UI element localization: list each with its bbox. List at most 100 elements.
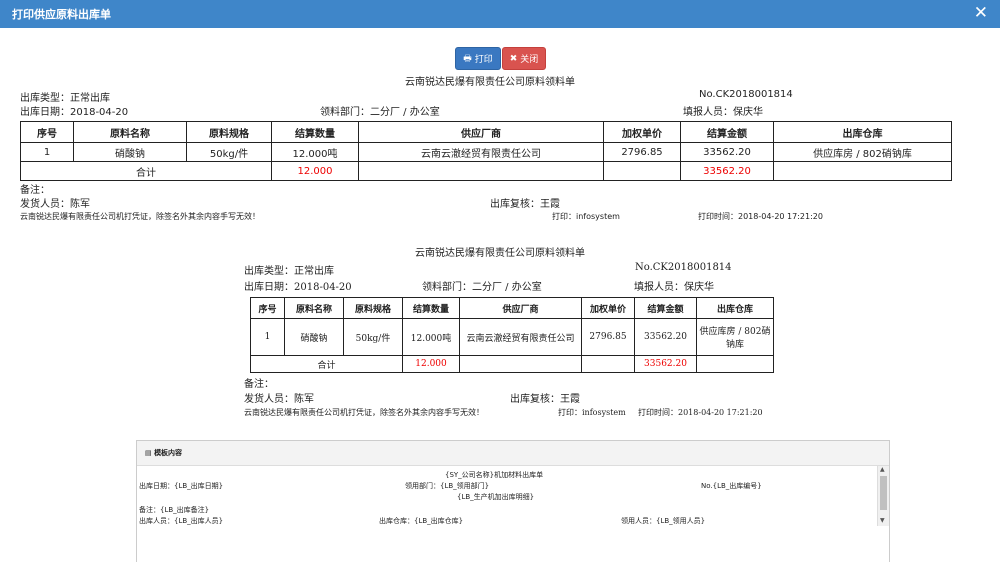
template-line: {SY_公司名称}机加材料出库单 — [445, 471, 544, 479]
cell-price: 2796.85 — [603, 142, 681, 162]
dialog-title: 打印供应原料出库单 — [12, 8, 111, 21]
cell-price: 2796.85 — [581, 318, 635, 356]
preview-title: 云南锐达民爆有限责任公司原料领料单 — [415, 248, 585, 259]
preview-table: 序号 原料名称 原料规格 结算数量 供应厂商 加权单价 结算金额 出库仓库 1 … — [250, 297, 774, 373]
preview-dept: 领料部门：二分厂 / 办公室 — [422, 282, 542, 293]
template-scrollbar[interactable]: ▲ ▼ — [877, 466, 889, 526]
total-empty — [459, 355, 582, 373]
col-header: 供应厂商 — [358, 121, 604, 143]
col-header: 原料规格 — [186, 121, 272, 143]
doc-reviewer: 出库复核：王霞 — [490, 199, 560, 210]
template-line: 领用人员：{LB_领用人员} — [621, 517, 706, 525]
preview-reviewer: 出库复核：王霞 — [510, 394, 580, 405]
col-header: 结算金额 — [634, 297, 697, 319]
document-icon: ▤ — [145, 449, 155, 457]
preview-printer: 打印：infosystem — [558, 408, 626, 417]
issue-table: 序号 原料名称 原料规格 结算数量 供应厂商 加权单价 结算金额 出库仓库 1 … — [20, 121, 952, 181]
total-empty — [773, 161, 952, 181]
col-header: 序号 — [250, 297, 285, 319]
doc-reporter: 填报人员：保庆华 — [683, 107, 763, 118]
table-row: 1 硝酸钠 50kg/件 12.000吨 云南云澈经贸有限责任公司 2796.8… — [250, 318, 774, 356]
template-editor[interactable]: {SY_公司名称}机加材料出库单 出库日期：{LB_出库日期} 领用部门：{LB… — [137, 466, 877, 526]
col-header: 出库仓库 — [773, 121, 952, 143]
preview-type: 出库类型：正常出库 — [244, 266, 334, 277]
table-row: 1 硝酸钠 50kg/件 12.000吨 云南云澈经贸有限责任公司 2796.8… — [20, 142, 952, 162]
total-qty: 12.000 — [271, 161, 359, 181]
total-label: 合计 — [250, 355, 403, 373]
total-row: 合计 12.000 33562.20 — [20, 161, 952, 181]
col-header: 供应厂商 — [459, 297, 582, 319]
preview-print-time: 打印时间：2018-04-20 17:21:20 — [638, 408, 763, 417]
total-empty — [603, 161, 681, 181]
col-header: 结算数量 — [402, 297, 460, 319]
total-row: 合计 12.000 33562.20 — [250, 355, 774, 373]
scroll-down-icon[interactable]: ▼ — [880, 517, 885, 524]
dialog-content: 🖶 打印 ✖ 关闭 云南锐达民爆有限责任公司原料领料单 出库类型：正常出库 No… — [12, 28, 988, 562]
cell-amount: 33562.20 — [680, 142, 774, 162]
scroll-up-icon[interactable]: ▲ — [880, 466, 885, 473]
doc-print-time: 打印时间：2018-04-20 17:21:20 — [698, 212, 823, 221]
close-x-icon: ✖ — [509, 53, 518, 64]
col-header: 序号 — [20, 121, 74, 143]
col-header: 结算数量 — [271, 121, 359, 143]
cell-supplier: 云南云澈经贸有限责任公司 — [358, 142, 604, 162]
cell-name: 硝酸钠 — [284, 318, 344, 356]
col-header: 加权单价 — [581, 297, 635, 319]
cell-seq: 1 — [20, 142, 74, 162]
total-empty — [358, 161, 604, 181]
preview-note: 云南锐达民爆有限责任公司机打凭证，除签名外其余内容手写无效！ — [244, 408, 484, 417]
cell-seq: 1 — [250, 318, 285, 356]
col-header: 结算金额 — [680, 121, 774, 143]
dialog-titlebar: 打印供应原料出库单 ✕ — [0, 0, 1000, 28]
doc-number: No.CK2018001814 — [699, 89, 793, 100]
doc-note: 云南锐达民爆有限责任公司机打凭证，除签名外其余内容手写无效！ — [20, 212, 260, 221]
doc-printer: 打印：infosystem — [552, 212, 620, 221]
cell-spec: 50kg/件 — [343, 318, 403, 356]
total-amount: 33562.20 — [680, 161, 774, 181]
doc-title: 云南锐达民爆有限责任公司原料领料单 — [405, 77, 575, 88]
template-line: 领用部门：{LB_领用部门} — [405, 482, 490, 490]
cell-qty: 12.000吨 — [271, 142, 359, 162]
close-icon[interactable]: ✕ — [974, 3, 988, 23]
cell-name: 硝酸钠 — [73, 142, 187, 162]
doc-type: 出库类型：正常出库 — [20, 93, 110, 104]
table-header-row: 序号 原料名称 原料规格 结算数量 供应厂商 加权单价 结算金额 出库仓库 — [20, 121, 952, 143]
col-header: 原料名称 — [284, 297, 344, 319]
total-qty: 12.000 — [402, 355, 460, 373]
preview-date: 出库日期：2018-04-20 — [244, 282, 352, 293]
template-line: 出库人员：{LB_出库人员} — [139, 517, 224, 525]
template-line: No.{LB_出库编号} — [701, 482, 762, 490]
cell-warehouse: 供应库房 / 802硝钠库 — [696, 318, 774, 356]
total-label: 合计 — [20, 161, 272, 181]
template-panel-header: ▤ 模板内容 — [137, 441, 889, 466]
preview-reporter: 填报人员：保庆华 — [634, 282, 714, 293]
total-empty — [581, 355, 635, 373]
preview-sender: 发货人员：陈军 — [244, 394, 314, 405]
scroll-thumb[interactable] — [880, 476, 887, 510]
doc-sender: 发货人员：陈军 — [20, 199, 90, 210]
template-panel: ▤ 模板内容 {SY_公司名称}机加材料出库单 出库日期：{LB_出库日期} 领… — [136, 440, 890, 562]
close-button-label: 关闭 — [520, 55, 539, 65]
printer-icon: 🖶 — [463, 53, 472, 64]
total-empty — [696, 355, 774, 373]
col-header: 原料规格 — [343, 297, 403, 319]
doc-remark: 备注： — [20, 185, 50, 196]
col-header: 加权单价 — [603, 121, 681, 143]
total-amount: 33562.20 — [634, 355, 697, 373]
close-button[interactable]: ✖ 关闭 — [502, 47, 546, 70]
template-panel-title: ▤ 模板内容 — [145, 449, 183, 457]
table-header-row: 序号 原料名称 原料规格 结算数量 供应厂商 加权单价 结算金额 出库仓库 — [250, 297, 774, 319]
print-button[interactable]: 🖶 打印 — [455, 47, 501, 70]
cell-qty: 12.000吨 — [402, 318, 460, 356]
print-button-label: 打印 — [474, 55, 493, 65]
col-header: 原料名称 — [73, 121, 187, 143]
cell-supplier: 云南云澈经贸有限责任公司 — [459, 318, 582, 356]
cell-amount: 33562.20 — [634, 318, 697, 356]
cell-spec: 50kg/件 — [186, 142, 272, 162]
cell-warehouse: 供应库房 / 802硝钠库 — [773, 142, 952, 162]
template-line: 出库仓库：{LB_出库仓库} — [379, 517, 464, 525]
print-dialog: 打印供应原料出库单 ✕ 🖶 打印 ✖ 关闭 云南锐达民爆有限责任公司原料领料单 … — [0, 0, 1000, 562]
preview-remark: 备注： — [244, 379, 274, 390]
col-header: 出库仓库 — [696, 297, 774, 319]
template-line: 备注：{LB_出库备注} — [139, 506, 210, 514]
